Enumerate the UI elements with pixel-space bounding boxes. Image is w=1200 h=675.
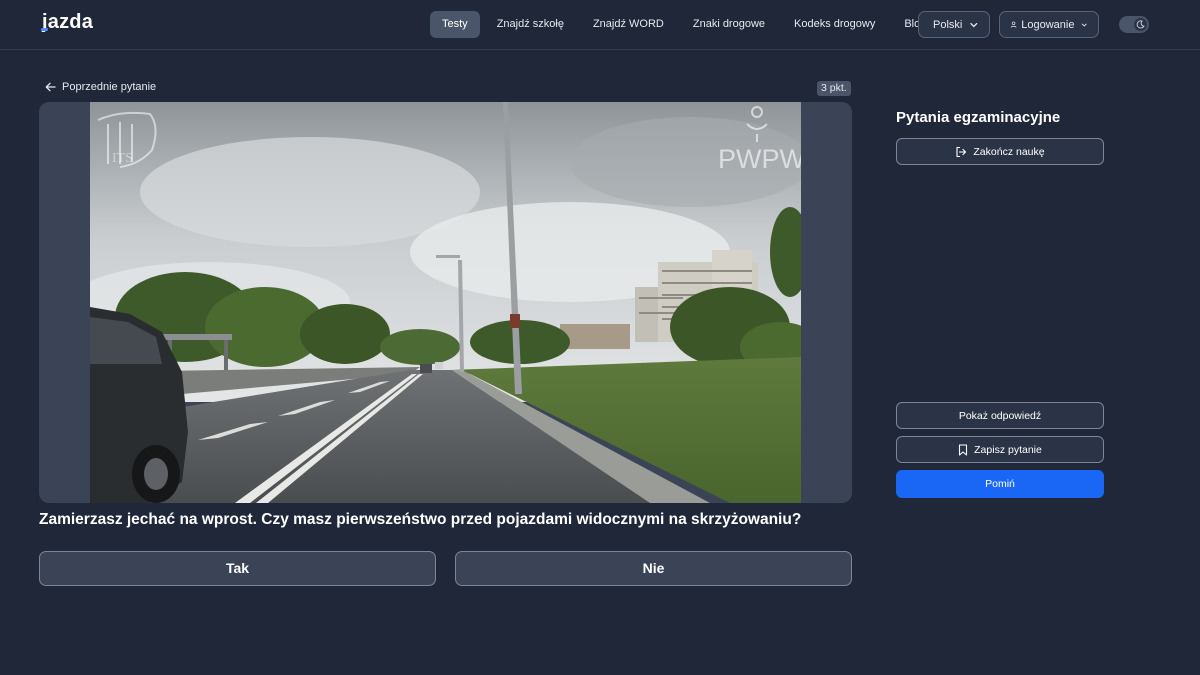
language-label: Polski <box>933 18 963 31</box>
sidebar-title: Pytania egzaminacyjne <box>896 109 1061 126</box>
logo-text: jazda <box>42 11 94 33</box>
previous-question-label: Poprzednie pytanie <box>62 81 157 93</box>
top-navbar: jazda Testy Znajdź szkołę Znajdź WORD Zn… <box>0 0 1200 50</box>
show-answer-button[interactable]: Pokaż odpowiedź <box>896 402 1104 429</box>
arrow-left-icon <box>45 82 56 92</box>
theme-toggle[interactable] <box>1119 16 1149 33</box>
question-text: Zamierzasz jechać na wprost. Czy masz pi… <box>39 511 802 528</box>
nav-znajdz-szkole[interactable]: Znajdź szkołę <box>485 11 576 38</box>
moon-icon <box>1136 20 1145 29</box>
skip-button[interactable]: Pomiń <box>896 470 1104 498</box>
login-label: Logowanie <box>1021 18 1075 31</box>
watermark-its-text: ITS <box>112 151 133 166</box>
logo-accent <box>41 28 48 31</box>
watermark-pwpw-text: PWPW <box>718 144 801 174</box>
user-icon <box>1010 21 1017 28</box>
road-scene-image: ITS PWPW <box>90 102 801 503</box>
finish-learning-button[interactable]: Zakończ naukę <box>896 138 1104 165</box>
bookmark-icon <box>959 443 968 456</box>
finish-learning-label: Zakończ naukę <box>973 145 1045 158</box>
theme-toggle-knob <box>1134 18 1147 31</box>
answer-no-button[interactable]: Nie <box>455 551 852 586</box>
previous-question-link[interactable]: Poprzednie pytanie <box>45 81 156 93</box>
nav-znaki-drogowe[interactable]: Znaki drogowe <box>681 11 777 38</box>
main-nav: Testy Znajdź szkołę Znajdź WORD Znaki dr… <box>430 11 943 38</box>
nav-kodeks-drogowy[interactable]: Kodeks drogowy <box>782 11 887 38</box>
logo[interactable]: jazda <box>41 11 94 34</box>
save-question-button[interactable]: Zapisz pytanie <box>896 436 1104 463</box>
login-menu[interactable]: Logowanie <box>999 11 1099 38</box>
nav-znajdz-word[interactable]: Znajdź WORD <box>581 11 676 38</box>
question-media[interactable]: ITS PWPW <box>39 102 852 503</box>
language-select[interactable]: Polski <box>918 11 990 38</box>
chevron-down-icon <box>970 22 978 27</box>
answer-yes-button[interactable]: Tak <box>39 551 436 586</box>
nav-testy[interactable]: Testy <box>430 11 480 38</box>
chevron-down-icon <box>1082 23 1088 27</box>
logout-icon <box>956 146 967 157</box>
save-question-label: Zapisz pytanie <box>974 443 1042 456</box>
points-badge: 3 pkt. <box>817 81 851 96</box>
